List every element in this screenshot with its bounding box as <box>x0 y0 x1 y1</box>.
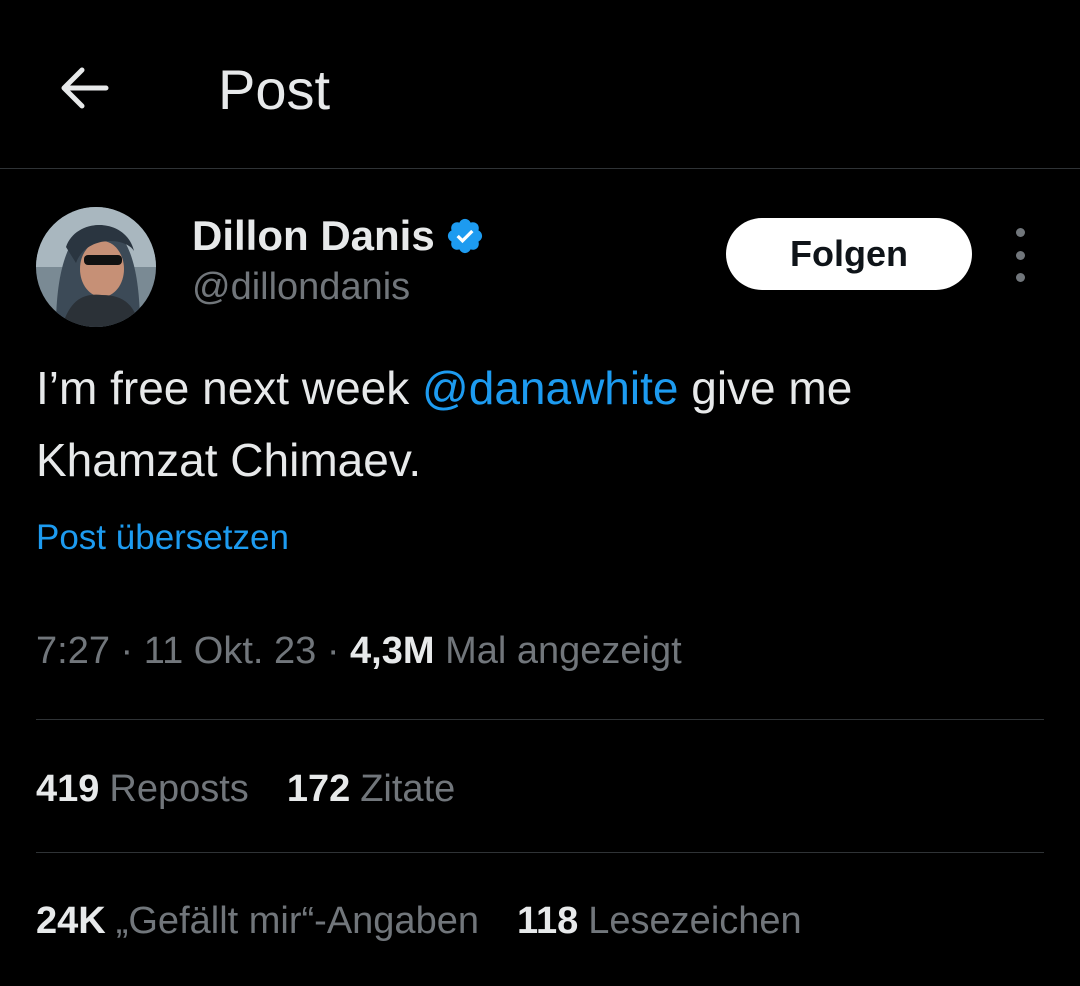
translate-post-link[interactable]: Post übersetzen <box>36 518 289 558</box>
author-display-name[interactable]: Dillon Danis <box>192 212 435 260</box>
post-meta: 7:27 · 11 Okt. 23 · 4,3M Mal angezeigt <box>36 630 682 672</box>
view-count: 4,3M <box>350 630 435 672</box>
more-dots-icon <box>1015 228 1025 237</box>
view-label: Mal angezeigt <box>434 630 682 672</box>
divider <box>36 852 1044 853</box>
arrow-left-icon <box>61 67 109 109</box>
author-name-row: Dillon Danis <box>192 210 485 262</box>
verified-badge-icon <box>447 218 482 254</box>
page-title: Post <box>218 58 331 121</box>
post-time[interactable]: 7:27 <box>36 630 110 672</box>
avatar[interactable] <box>36 207 156 327</box>
top-bar: Post <box>0 0 1080 169</box>
engagement-stats-row-1: 419 Reposts 172 Zitate <box>36 768 455 811</box>
likes-stat[interactable]: 24K „Gefällt mir“-Angaben <box>36 900 479 943</box>
post-text: I’m free next week @danawhite give me Kh… <box>36 362 853 486</box>
engagement-stats-row-2: 24K „Gefällt mir“-Angaben 118 Lesezeichen <box>36 900 802 943</box>
reposts-stat[interactable]: 419 Reposts <box>36 768 249 811</box>
back-button[interactable] <box>52 58 116 118</box>
bookmarks-stat[interactable]: 118 Lesezeichen <box>517 900 802 943</box>
more-options-button[interactable] <box>1000 228 1040 282</box>
follow-button[interactable]: Folgen <box>726 218 972 290</box>
post-date[interactable]: 11 Okt. 23 <box>144 630 317 672</box>
quotes-stat[interactable]: 172 Zitate <box>287 768 455 811</box>
mention-link[interactable]: @danawhite <box>422 362 678 414</box>
author-handle[interactable]: @dillondanis <box>192 266 410 309</box>
divider <box>36 719 1044 720</box>
